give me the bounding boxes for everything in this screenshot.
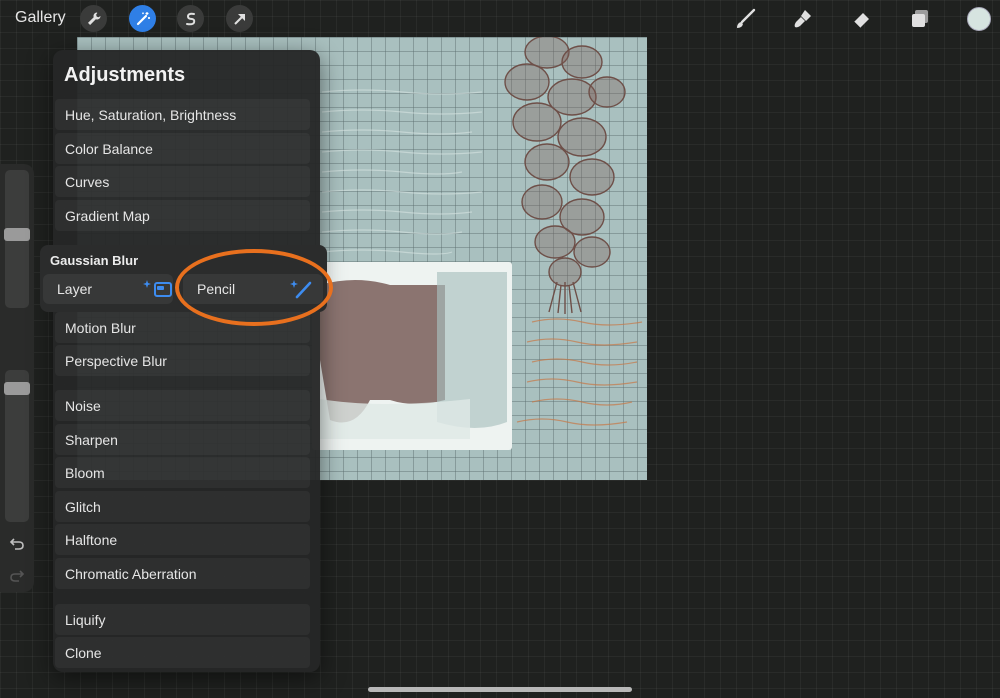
script-text-lines [321, 89, 483, 255]
menu-item-curves[interactable]: Curves [55, 166, 310, 197]
brush-size-knob[interactable] [4, 228, 30, 241]
garlic-braid-illustration [504, 37, 626, 314]
brush-size-slider[interactable] [4, 170, 30, 308]
selection-icon[interactable] [177, 5, 204, 32]
brush-icon[interactable] [732, 6, 758, 32]
redo-icon[interactable] [9, 568, 25, 587]
menu-item-clone[interactable]: Clone [55, 637, 310, 668]
gaussian-blur-layer-option[interactable]: Layer [43, 274, 173, 304]
layers-icon[interactable] [907, 6, 933, 32]
opacity-knob[interactable] [4, 382, 30, 395]
menu-item-noise[interactable]: Noise [55, 390, 310, 421]
color-picker-swatch[interactable] [967, 7, 991, 31]
smudge-icon[interactable] [790, 6, 816, 32]
adjustments-panel: Adjustments Hue, Saturation, Brightness … [53, 50, 320, 672]
menu-item-chromatic-aberration[interactable]: Chromatic Aberration [55, 558, 310, 589]
menu-item-glitch[interactable]: Glitch [55, 491, 310, 522]
wrench-icon[interactable] [80, 5, 107, 32]
menu-item-color-balance[interactable]: Color Balance [55, 133, 310, 164]
opacity-slider[interactable] [4, 370, 30, 522]
highlight-circle-annotation [175, 249, 333, 326]
top-toolbar: Gallery [0, 0, 1000, 38]
menu-item-liquify[interactable]: Liquify [55, 604, 310, 635]
handwriting-lines [516, 318, 643, 426]
layer-option-label: Layer [57, 281, 93, 297]
undo-icon[interactable] [9, 536, 25, 555]
transform-arrow-icon[interactable] [226, 5, 253, 32]
menu-item-halftone[interactable]: Halftone [55, 524, 310, 555]
panel-title: Adjustments [64, 64, 186, 86]
menu-item-sharpen[interactable]: Sharpen [55, 424, 310, 455]
eraser-icon[interactable] [849, 6, 875, 32]
menu-item-hue-saturation-brightness[interactable]: Hue, Saturation, Brightness [55, 99, 310, 130]
layer-sparkle-icon [141, 278, 175, 303]
magic-wand-icon[interactable] [129, 5, 156, 32]
gaussian-blur-title: Gaussian Blur [50, 253, 139, 268]
menu-item-gradient-map[interactable]: Gradient Map [55, 200, 310, 231]
left-sidebar [0, 164, 34, 592]
home-indicator [368, 687, 632, 692]
gallery-button[interactable]: Gallery [15, 9, 66, 27]
menu-item-bloom[interactable]: Bloom [55, 457, 310, 488]
menu-item-perspective-blur[interactable]: Perspective Blur [55, 345, 310, 376]
